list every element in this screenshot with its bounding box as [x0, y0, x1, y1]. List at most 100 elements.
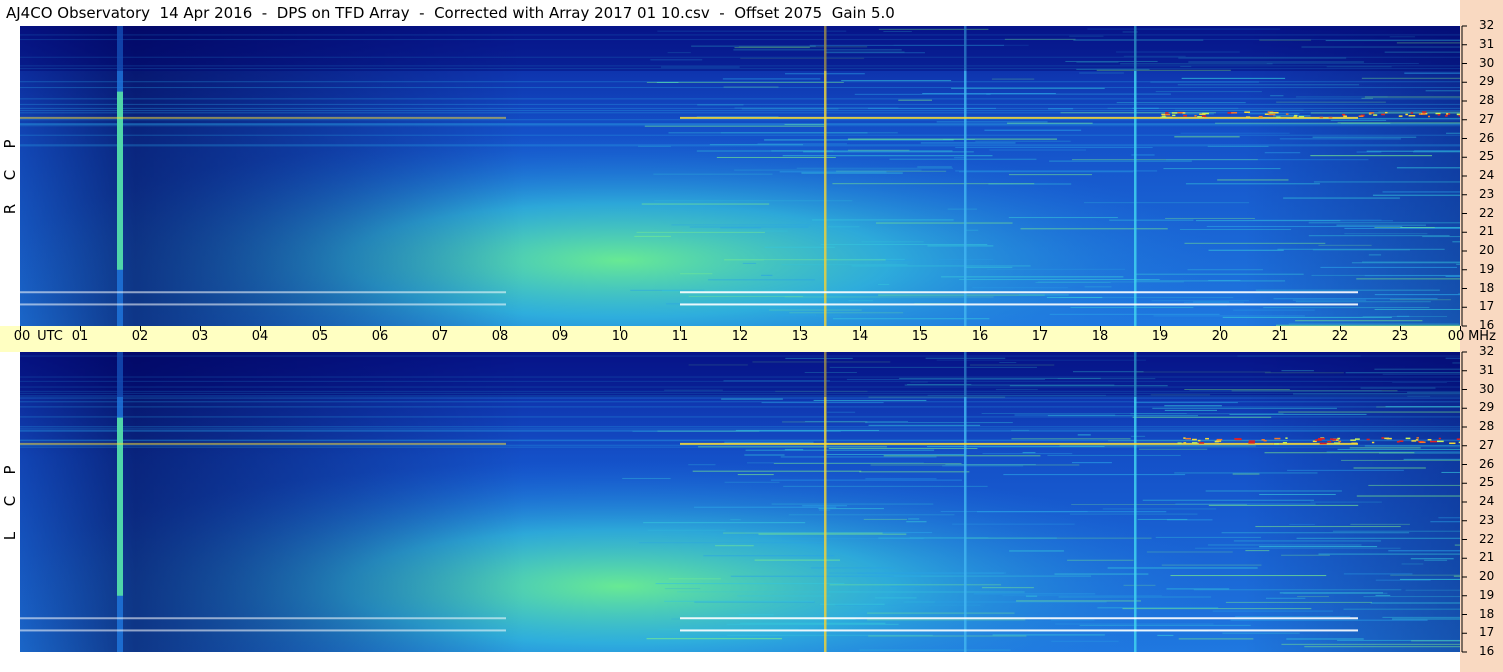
signal-speckle — [1285, 113, 1289, 115]
time-tick-label: 13 — [791, 329, 809, 344]
noise-streak — [865, 422, 1013, 424]
signal-speckle — [1317, 438, 1325, 440]
noise-streak — [734, 169, 922, 171]
lcp-letter-3: L — [1, 531, 19, 541]
interference-line — [20, 81, 1460, 83]
time-tick-label: 10 — [611, 329, 629, 344]
noise-streak — [1020, 228, 1168, 230]
rcp-letter-3: R — [1, 203, 19, 215]
noise-streak — [837, 258, 905, 260]
noise-streak — [820, 603, 885, 605]
signal-speckle — [1410, 112, 1414, 114]
time-tick-mark — [680, 326, 681, 331]
horizontal-band — [680, 442, 1358, 445]
time-tick-label: 21 — [1271, 329, 1289, 344]
signal-speckle — [1422, 113, 1426, 115]
noise-streak — [1318, 553, 1460, 555]
signal-speckle — [1182, 112, 1186, 114]
signal-speckle — [1411, 440, 1417, 442]
noise-streak — [973, 593, 1096, 595]
noise-streak — [1233, 540, 1382, 542]
noise-streak — [1318, 244, 1372, 246]
noise-streak — [1375, 594, 1391, 596]
frequency-tick-label: 19 — [1479, 261, 1495, 276]
noise-streak — [1182, 113, 1214, 115]
noise-streak — [898, 99, 932, 101]
noise-streak — [1170, 575, 1327, 577]
noise-streak — [1281, 554, 1330, 556]
noise-streak — [1174, 136, 1240, 138]
noise-streak — [1163, 168, 1281, 170]
interference-line — [20, 428, 1460, 430]
frequency-tick-label: 21 — [1479, 224, 1495, 239]
time-tick-label: 11 — [671, 329, 689, 344]
noise-streak — [1308, 222, 1460, 224]
noise-streak — [889, 158, 1037, 160]
frequency-tick-label: 23 — [1479, 186, 1495, 201]
noise-streak — [942, 465, 1024, 467]
noise-streak — [664, 588, 701, 590]
time-tick-label: 02 — [131, 329, 149, 344]
signal-speckle — [1282, 442, 1288, 444]
noise-streak — [770, 479, 962, 481]
noise-streak — [1343, 608, 1460, 610]
noise-streak — [1313, 181, 1460, 183]
noise-streak — [1195, 547, 1401, 549]
noise-streak — [1207, 544, 1362, 546]
noise-streak — [1310, 501, 1382, 503]
noise-streak — [1382, 616, 1460, 618]
noise-streak — [868, 635, 1027, 637]
time-tick-mark — [380, 326, 381, 331]
signal-speckle — [1354, 438, 1360, 440]
signal-speckle — [1312, 440, 1317, 443]
noise-streak — [1221, 532, 1410, 534]
horizontal-band — [680, 303, 1358, 306]
interference-line — [20, 125, 1460, 127]
noise-streak — [1069, 513, 1198, 515]
bottom-margin — [0, 652, 1460, 672]
noise-streak — [757, 143, 848, 145]
frequency-tick-label: 24 — [1479, 168, 1495, 182]
signal-speckle — [1438, 437, 1441, 440]
noise-streak — [796, 167, 954, 169]
noise-streak — [1217, 179, 1289, 181]
noise-streak — [788, 514, 955, 516]
interference-line — [20, 119, 1460, 121]
signal-speckle — [1405, 437, 1411, 440]
noise-streak — [863, 518, 908, 520]
noise-streak — [693, 506, 837, 508]
interference-line — [20, 430, 1460, 432]
noise-streak — [641, 203, 770, 205]
horizontal-band — [680, 116, 1358, 119]
noise-streak — [708, 279, 815, 281]
noise-streak — [991, 78, 1035, 80]
noise-streak — [1245, 550, 1270, 552]
noise-streak — [1165, 159, 1369, 161]
noise-streak — [1363, 596, 1460, 598]
noise-streak — [784, 449, 804, 451]
noise-streak — [664, 600, 814, 602]
signal-speckle — [1436, 440, 1444, 443]
signal-speckle — [1366, 438, 1370, 441]
noise-streak — [742, 262, 757, 264]
noise-streak — [1304, 646, 1460, 648]
interference-line — [20, 416, 1460, 418]
noise-streak — [805, 420, 908, 422]
noise-streak — [1374, 294, 1460, 296]
noise-streak — [1343, 573, 1413, 575]
noise-streak — [1049, 160, 1192, 162]
signal-speckle — [1261, 439, 1265, 441]
noise-streak — [1362, 315, 1448, 317]
noise-streak — [780, 456, 937, 458]
frequency-tick-label: 30 — [1479, 55, 1495, 70]
noise-streak — [646, 638, 782, 640]
noise-streak — [1018, 294, 1069, 296]
horizontal-band-night — [20, 617, 506, 620]
signal-speckle — [1216, 438, 1223, 441]
noise-streak — [1208, 504, 1359, 506]
noise-streak — [715, 545, 754, 547]
noise-streak — [1388, 550, 1460, 552]
time-tick-label: 06 — [371, 329, 389, 344]
noise-streak — [1009, 550, 1064, 552]
noise-streak — [1161, 564, 1262, 566]
